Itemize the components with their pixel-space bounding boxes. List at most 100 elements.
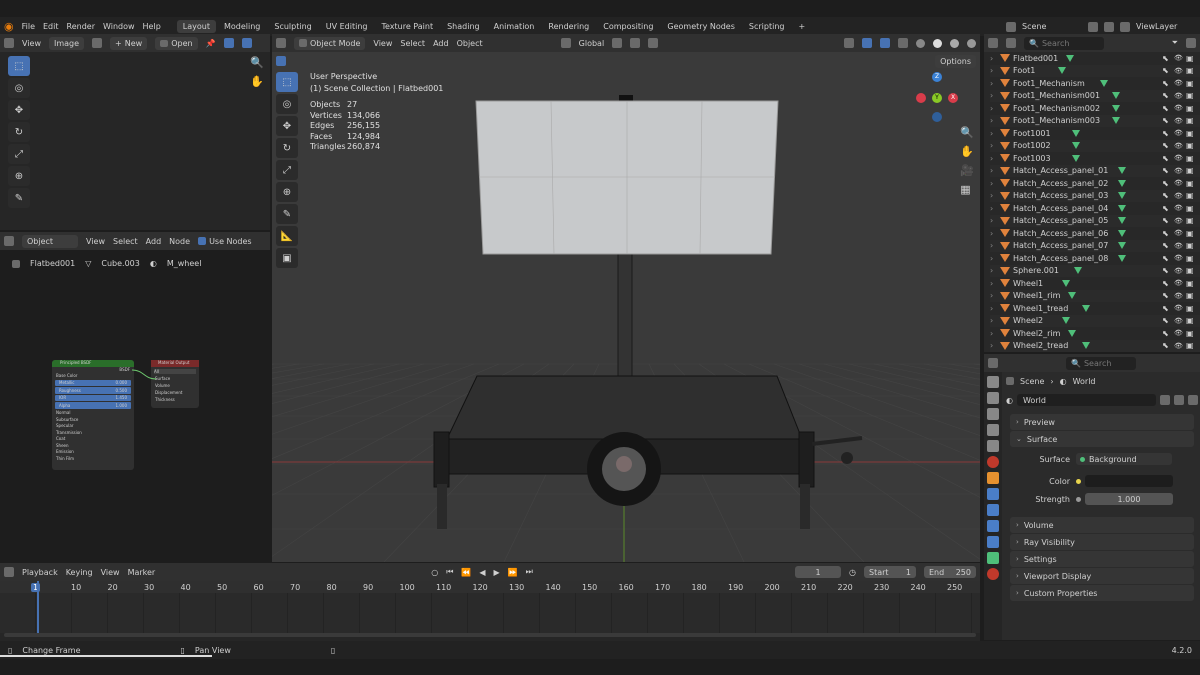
workspace-tab[interactable]: Scripting (743, 20, 791, 33)
expand-arrow-icon[interactable]: › (990, 204, 1000, 213)
outliner-item[interactable]: › Foot1003 ⬉ 👁 ▣ (990, 152, 1200, 165)
timeline-type-icon[interactable] (4, 567, 14, 577)
rendered-shading-icon[interactable] (967, 38, 976, 48)
scene-name[interactable]: Scene (1022, 22, 1082, 31)
eye-icon[interactable]: 👁 (1174, 204, 1183, 212)
viewport-type-icon[interactable] (276, 38, 286, 48)
preview-panel[interactable]: › Preview (1010, 414, 1194, 430)
image-menu[interactable]: Image (48, 36, 85, 50)
annotate-tool[interactable]: ✎ (8, 188, 30, 208)
overlays-icon[interactable] (880, 38, 890, 48)
outliner-item[interactable]: › Hatch_Access_panel_03 ⬉ 👁 ▣ (990, 189, 1200, 202)
selectable-icon[interactable]: ⬉ (1162, 141, 1169, 150)
menu-file[interactable]: File (22, 22, 35, 31)
render-camera-icon[interactable]: ▣ (1186, 116, 1194, 125)
outliner-item[interactable]: › Wheel2_rim ⬉ 👁 ▣ (990, 327, 1200, 340)
expand-arrow-icon[interactable]: › (990, 129, 1000, 138)
selectable-icon[interactable]: ⬉ (1162, 116, 1169, 125)
eye-icon[interactable]: 👁 (1174, 179, 1183, 187)
render-camera-icon[interactable]: ▣ (1186, 304, 1194, 313)
render-camera-icon[interactable]: ▣ (1186, 79, 1194, 88)
expand-arrow-icon[interactable]: › (990, 154, 1000, 163)
workspace-tab[interactable]: Texture Paint (375, 20, 439, 33)
expand-arrow-icon[interactable]: › (990, 66, 1000, 75)
viewport-select-menu[interactable]: Select (400, 39, 425, 48)
overlay-icon[interactable] (241, 38, 252, 48)
outliner-item[interactable]: › Foot1 ⬉ 👁 ▣ (990, 64, 1200, 77)
expand-arrow-icon[interactable]: › (990, 79, 1000, 88)
expand-arrow-icon[interactable]: › (990, 241, 1000, 250)
vp-select-tool[interactable]: ⬚ (276, 72, 298, 92)
outliner-item[interactable]: › Foot1_Mechanism003 ⬉ 👁 ▣ (990, 114, 1200, 127)
selectable-icon[interactable]: ⬉ (1162, 91, 1169, 100)
zoom-icon[interactable]: 🔍 (960, 126, 974, 139)
scene-tab-icon[interactable] (987, 440, 999, 452)
eye-icon[interactable]: 👁 (1174, 279, 1183, 287)
gizmo-y-axis[interactable]: Y (932, 93, 942, 103)
xray-icon[interactable] (898, 38, 908, 48)
image-browse-icon[interactable] (92, 38, 103, 48)
expand-arrow-icon[interactable]: › (990, 216, 1000, 225)
outliner-item[interactable]: › Hatch_Access_panel_06 ⬉ 👁 ▣ (990, 227, 1200, 240)
eye-icon[interactable]: 👁 (1174, 129, 1183, 137)
jump-end-icon[interactable]: ⏭ (526, 567, 533, 577)
outliner-item[interactable]: › Hatch_Access_panel_05 ⬉ 👁 ▣ (990, 214, 1200, 227)
shader-editor-type-icon[interactable] (4, 236, 14, 246)
render-camera-icon[interactable]: ▣ (1186, 66, 1194, 75)
node-node-menu[interactable]: Node (169, 237, 190, 246)
eye-icon[interactable]: 👁 (1174, 254, 1183, 262)
properties-editor[interactable]: 🔍 Search Scene › ◐ World ◐ World › Previ… (984, 354, 1200, 640)
render-camera-icon[interactable]: ▣ (1186, 91, 1194, 100)
world-browse-icon[interactable]: ◐ (1006, 396, 1013, 405)
surface-shader-field[interactable]: Background (1076, 453, 1172, 465)
constraints-tab-icon[interactable] (987, 536, 999, 548)
outliner-search[interactable]: 🔍 Search (1024, 36, 1104, 50)
scene-icon[interactable] (1006, 21, 1016, 32)
eye-icon[interactable]: 👁 (1174, 104, 1183, 112)
principled-input-row[interactable]: IOR 1.450 (55, 394, 131, 401)
selectable-icon[interactable]: ⬉ (1162, 291, 1169, 300)
viewlayer-name[interactable]: ViewLayer (1136, 22, 1196, 31)
outliner-item[interactable]: › Wheel1_tread ⬉ 👁 ▣ (990, 302, 1200, 315)
principled-input-row[interactable]: Base Color (52, 372, 134, 379)
record-icon[interactable]: ○ (431, 568, 438, 577)
eye-icon[interactable]: 👁 (1174, 167, 1183, 175)
color-swatch[interactable] (1085, 475, 1173, 487)
duplicate-world-icon[interactable] (1174, 395, 1184, 405)
pin-icon[interactable]: 📌 (206, 39, 216, 48)
workspace-tab[interactable]: Geometry Nodes (661, 20, 740, 33)
eye-icon[interactable]: 👁 (1174, 317, 1183, 325)
expand-arrow-icon[interactable]: › (990, 279, 1000, 288)
data-tab-icon[interactable] (987, 552, 999, 564)
render-camera-icon[interactable]: ▣ (1186, 191, 1194, 200)
new-collection-icon[interactable] (1186, 38, 1196, 48)
transform-orientation-icon[interactable] (560, 38, 571, 48)
object-tab-icon[interactable] (987, 472, 999, 484)
proportional-icon[interactable] (648, 38, 659, 48)
unlink-world-icon[interactable] (1188, 395, 1198, 405)
hand-icon[interactable]: ✋ (250, 75, 264, 88)
delete-scene-icon[interactable] (1104, 21, 1114, 32)
navigation-gizmo[interactable]: Z Y X (916, 72, 960, 124)
selectable-icon[interactable]: ⬉ (1162, 154, 1169, 163)
ortho-grid-icon[interactable]: ▦ (960, 183, 974, 196)
principled-input-row[interactable]: Alpha 1.000 (55, 402, 131, 409)
end-frame-field[interactable]: End 250 (924, 566, 976, 578)
expand-arrow-icon[interactable]: › (990, 191, 1000, 200)
selectable-icon[interactable]: ⬉ (1162, 304, 1169, 313)
menu-render[interactable]: Render (67, 22, 95, 31)
output-tab-icon[interactable] (987, 408, 999, 420)
view-layer-tab-icon[interactable] (987, 424, 999, 436)
editor-type-icon[interactable] (4, 38, 14, 48)
eye-icon[interactable]: 👁 (1174, 292, 1183, 300)
selectable-icon[interactable]: ⬉ (1162, 129, 1169, 138)
outliner-item[interactable]: › Foot1_Mechanism001 ⬉ 👁 ▣ (990, 89, 1200, 102)
frame-ruler[interactable]: 1 10 20 30 40 50 60 70 80 90 100 110 120 130 140 150 160… (0, 581, 980, 593)
render-camera-icon[interactable]: ▣ (1186, 104, 1194, 113)
outliner-item[interactable]: › Foot1_Mechanism ⬉ 👁 ▣ (990, 77, 1200, 90)
selectable-icon[interactable]: ⬉ (1162, 341, 1169, 350)
filter-icon[interactable]: ⏷ (1172, 38, 1178, 48)
render-camera-icon[interactable]: ▣ (1186, 266, 1194, 275)
selectable-icon[interactable]: ⬉ (1162, 279, 1169, 288)
expand-arrow-icon[interactable]: › (990, 179, 1000, 188)
